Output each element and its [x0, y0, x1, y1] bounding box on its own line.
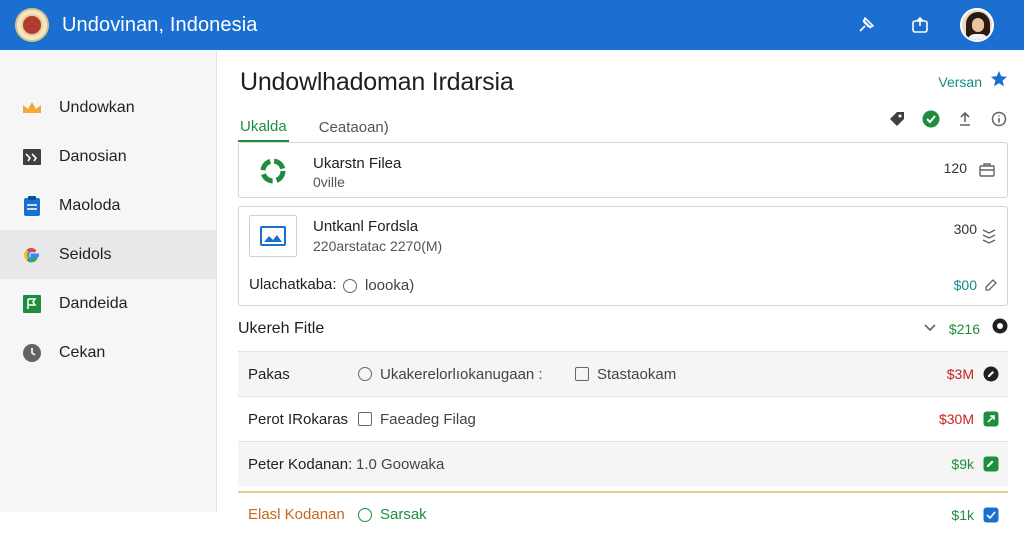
google-icon [21, 244, 43, 266]
file-footer-label: Ulachatkaba: [249, 276, 337, 293]
section-title: Ukereh Fitle [238, 320, 325, 337]
star-icon [990, 70, 1008, 93]
tab-ceataoan[interactable]: Ceataoan) [317, 112, 391, 142]
edit-badge-icon[interactable] [982, 365, 1000, 383]
tab-bar: Ukalda Ceataoan) [238, 112, 391, 142]
row-option[interactable]: Faeadeg Filag [358, 411, 476, 428]
file-name: Ukarstn Filea [313, 155, 402, 172]
file-count: 300 [953, 221, 977, 237]
tag-icon[interactable] [888, 110, 906, 128]
sidebar-item-label: Dandeida [59, 294, 128, 312]
upload-icon[interactable] [956, 110, 974, 128]
folder-image-icon [249, 215, 297, 257]
file-footer-option[interactable]: loooka) [343, 277, 414, 294]
row-amount: $3M [946, 366, 974, 382]
sidebar-item-label: Undowkan [59, 98, 135, 116]
file-name: Untkanl Fordsla [313, 218, 419, 235]
image-icon [21, 146, 43, 168]
main-content: Undowlhadoman Irdarsia Versan Ukalda Cea… [238, 50, 1008, 523]
clipboard-icon [21, 195, 43, 217]
option-label: Sarsak [380, 506, 427, 523]
row-amount: $30M [938, 411, 974, 427]
row-label: Perot IRokaras [248, 410, 349, 428]
table-row[interactable]: Pakas Ukakerelorlıokanugaan : Stastaokam… [238, 351, 1008, 396]
row-label: Elasl Kodanan [248, 506, 345, 523]
file-subtitle: 220arstatac 2270(M) [313, 238, 443, 254]
checkbox[interactable] [575, 367, 589, 381]
row-label: Peter Kodanan: [248, 455, 353, 473]
sidebar: Undowkan Danosian Maoloda Seidols Dandei… [0, 50, 217, 512]
flag-icon [21, 293, 43, 315]
option-label: Stastaokam [597, 365, 677, 383]
file-card[interactable]: Untkanl Fordsla 220arstatac 2270(M) 300 … [238, 206, 1008, 306]
version-label: Versan [938, 73, 982, 90]
row-option[interactable]: Sarsak [358, 506, 427, 523]
option-label: Ukakerelorlıokanugaan : [380, 365, 543, 383]
check-badge-icon[interactable] [982, 506, 1000, 524]
link-badge-icon[interactable] [982, 410, 1000, 428]
crown-icon [21, 97, 43, 119]
sidebar-item-cekan[interactable]: Cekan [0, 328, 216, 377]
edit-badge-icon[interactable] [982, 455, 1000, 473]
user-avatar[interactable] [960, 8, 994, 42]
record-icon[interactable] [992, 318, 1008, 339]
section-summary: $216 [923, 318, 1008, 339]
page-title: Undowlhadoman Irdarsia [240, 68, 514, 96]
row-amount: $9k [951, 456, 974, 472]
info-icon[interactable] [990, 110, 1008, 128]
briefcase-icon[interactable] [977, 160, 997, 180]
radio-button[interactable] [343, 278, 357, 293]
sidebar-item-label: Danosian [59, 147, 127, 165]
recycle-icon [259, 157, 287, 185]
top-app-bar: Undovinan, Indonesia [0, 0, 1024, 50]
checkbox[interactable] [358, 412, 372, 426]
sidebar-item-label: Cekan [59, 343, 106, 361]
tab-ukalda[interactable]: Ukalda [238, 112, 289, 142]
check-circle-icon[interactable] [922, 110, 940, 128]
sidebar-item-dandeida[interactable]: Dandeida [0, 279, 216, 328]
sidebar-item-maoloda[interactable]: Maoloda [0, 181, 216, 230]
tab-actions [888, 110, 1008, 128]
sidebar-item-seidols[interactable]: Seidols [0, 230, 216, 279]
radio-button[interactable] [358, 507, 372, 522]
row-option: 1.0 Goowaka [356, 456, 444, 473]
sidebar-item-label: Maoloda [59, 196, 121, 214]
row-option[interactable]: Stastaokam [575, 366, 676, 383]
edit-icon[interactable] [981, 275, 1001, 295]
chevron-down-icon[interactable] [923, 320, 937, 338]
file-subtitle: 0ville [313, 174, 345, 190]
table-row[interactable]: Elasl Kodanan Sarsak $1k [238, 491, 1008, 536]
file-card[interactable]: Ukarstn Filea 0ville 120 [238, 142, 1008, 198]
option-label: loooka) [365, 277, 415, 294]
share-icon[interactable] [906, 11, 934, 39]
app-title: Undovinan, Indonesia [62, 13, 258, 36]
file-count: 120 [943, 160, 967, 176]
app-logo[interactable] [15, 8, 49, 42]
pin-icon[interactable] [852, 11, 880, 39]
table-row[interactable]: Perot IRokaras Faeadeg Filag $30M [238, 396, 1008, 441]
option-label: 1.0 Goowaka [356, 455, 445, 473]
row-label: Pakas [248, 365, 290, 383]
file-footer-amount: $00 [953, 277, 977, 293]
row-option[interactable]: Ukakerelorlıokanugaan : [358, 366, 543, 383]
section-total: $216 [948, 320, 980, 337]
radio-button[interactable] [358, 367, 372, 381]
sidebar-item-undowkan[interactable]: Undowkan [0, 83, 216, 132]
table-row[interactable]: Peter Kodanan: 1.0 Goowaka $9k [238, 441, 1008, 486]
clock-icon [21, 342, 43, 364]
version-link[interactable]: Versan [938, 70, 1008, 93]
sidebar-item-danosian[interactable]: Danosian [0, 132, 216, 181]
option-label: Faeadeg Filag [380, 410, 476, 428]
stack-icon[interactable] [979, 225, 999, 245]
row-amount: $1k [951, 506, 974, 523]
sidebar-item-label: Seidols [59, 245, 112, 263]
